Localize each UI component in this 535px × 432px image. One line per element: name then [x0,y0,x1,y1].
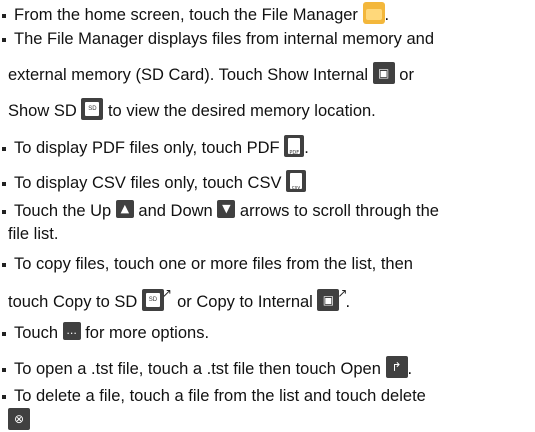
instruction-copy: To copy files, touch one or more files f… [0,254,535,274]
copy-to-internal-icon: ▣ ↗ [317,286,347,311]
delete-icon-line: ⊗ [0,408,535,431]
text: . [407,360,413,378]
instruction-show-internal: external memory (SD Card). Touch Show In… [0,62,535,85]
bullet [0,323,14,343]
instruction-open-tst: To open a .tst file, touch a .tst file t… [0,356,535,379]
text: and Down [138,202,213,220]
folder-icon [362,2,385,24]
csv-label: csv [291,185,301,191]
copy-to-sd-icon: SD ↗ [141,286,172,311]
csv-icon: csv [286,170,307,192]
bullet [0,29,14,49]
bullet [0,173,14,193]
text: arrows to scroll through the [239,202,439,220]
up-arrow-icon: ▲ [115,200,134,218]
text: To delete a file, touch a file from the … [14,387,426,405]
bullet [0,201,14,221]
delete-icon: ⊗ [8,408,30,430]
instruction-delete: To delete a file, touch a file from the … [0,386,535,406]
instruction-show-sd: Show SD SD to view the desired memory lo… [0,98,535,121]
text: To open a .tst file, touch a .tst file t… [14,360,381,378]
more-label: ... [66,324,77,337]
bullet [0,138,14,158]
pdf-label: PDF [289,150,300,156]
sd-label: SD [145,293,160,307]
bullet [0,5,14,25]
show-internal-icon: ▣ [372,62,395,84]
text: to view the desired memory location. [107,102,376,120]
text: for more options. [85,324,210,342]
text: . [304,139,309,157]
instruction-copy-targets: touch Copy to SD SD ↗ or Copy to Internal… [0,286,535,312]
instruction-csv: To display CSV files only, touch CSV csv [0,170,535,193]
text: or [399,66,414,84]
text: Show SD [8,102,77,120]
text: file list. [8,225,59,243]
text: From the home screen, touch the File Man… [14,6,358,24]
text: To display PDF files only, touch PDF [14,139,280,157]
instruction-file-manager: From the home screen, touch the File Man… [0,2,535,25]
text: Touch the Up [14,202,112,220]
text: To copy files, touch one or more files f… [14,255,413,273]
text: To display CSV files only, touch CSV [14,174,282,192]
text: Touch [14,324,59,342]
sd-label: SD [85,102,100,116]
more-options-icon: ... [62,322,81,340]
pdf-icon: PDF [284,135,305,157]
instruction-scroll: Touch the Up ▲ and Down ▼ arrows to scro… [0,200,535,221]
open-icon: ↱ [385,356,408,378]
text: . [384,6,390,24]
show-sd-icon: SD [81,98,104,120]
instruction-pdf: To display PDF files only, touch PDF PDF… [0,135,535,158]
down-arrow-icon: ▼ [217,200,236,218]
text: or Copy to Internal [177,293,313,311]
text: touch Copy to SD [8,293,138,311]
bullet [0,254,14,274]
text: external memory (SD Card). Touch Show In… [8,66,369,84]
instruction-scroll-cont: file list. [0,224,535,244]
instruction-more-options: Touch ... for more options. [0,322,535,343]
text: The File Manager displays files from int… [14,30,435,48]
instruction-file-manager-memory: The File Manager displays files from int… [0,29,535,49]
bullet [0,386,14,406]
bullet [0,359,14,379]
